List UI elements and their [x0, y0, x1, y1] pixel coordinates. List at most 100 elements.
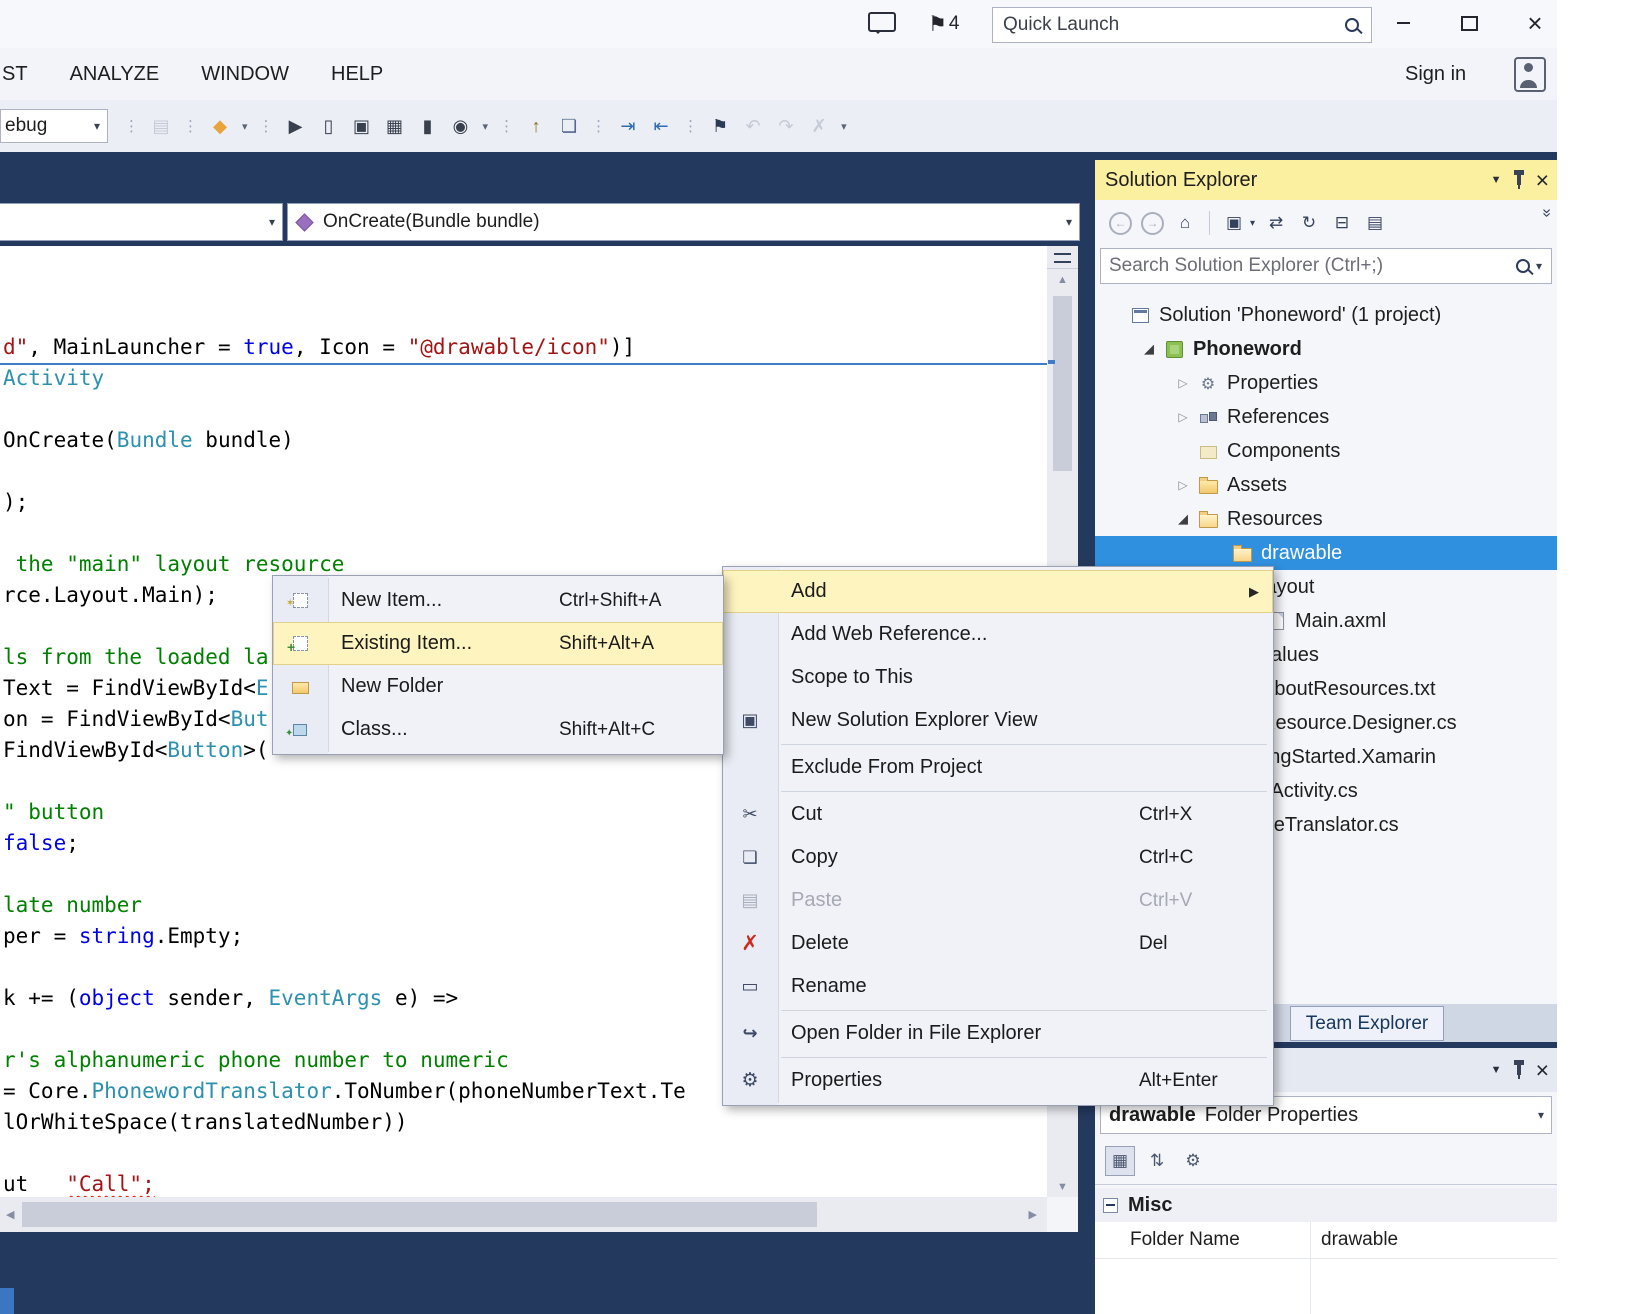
- avd-manager-icon[interactable]: ◉: [448, 113, 474, 139]
- menu-item-new-solution-explorer-view[interactable]: New Solution Explorer View: [723, 699, 1273, 742]
- scope-view-icon[interactable]: ▣: [1222, 211, 1246, 235]
- pin-icon[interactable]: [1517, 175, 1521, 185]
- home-icon[interactable]: ⌂: [1173, 211, 1197, 235]
- tree-item-references[interactable]: ▷References: [1095, 400, 1557, 434]
- sync-active-icon[interactable]: ⇄: [1264, 211, 1288, 235]
- expander-icon[interactable]: ◢: [1171, 511, 1195, 527]
- outdent-icon[interactable]: ⇤: [648, 113, 674, 139]
- window-position-icon[interactable]: ▼: [1491, 1064, 1502, 1076]
- new-folder-icon[interactable]: ↑: [523, 113, 549, 139]
- run-icon[interactable]: ▶: [283, 113, 309, 139]
- expander-icon[interactable]: ▷: [1171, 478, 1195, 492]
- refresh-icon[interactable]: ↻: [1297, 211, 1321, 235]
- toolbar-overflow-icon[interactable]: ▾: [483, 120, 489, 133]
- menu-item-exclude-from-project[interactable]: Exclude From Project: [723, 746, 1273, 789]
- expander-icon[interactable]: ▷: [1171, 376, 1195, 390]
- indent-icon[interactable]: ⇥: [615, 113, 641, 139]
- copy-files-icon[interactable]: ❏: [556, 113, 582, 139]
- tab-team-explorer[interactable]: Team Explorer: [1290, 1006, 1444, 1041]
- tree-item-phoneword[interactable]: ◢Phoneword: [1095, 332, 1557, 366]
- minimize-button[interactable]: [1384, 8, 1422, 38]
- chevron-down-icon[interactable]: ▾: [1536, 259, 1542, 273]
- close-icon[interactable]: ×: [1536, 169, 1549, 192]
- menu-item-existing-item[interactable]: Existing Item...Shift+Alt+A: [273, 622, 723, 665]
- types-dropdown[interactable]: ▾: [0, 203, 283, 241]
- alphabetical-icon[interactable]: ⇅: [1143, 1147, 1171, 1175]
- property-category-row[interactable]: Misc: [1095, 1188, 1557, 1222]
- quick-launch-input[interactable]: [993, 14, 1345, 36]
- menu-help[interactable]: HELP: [331, 63, 383, 86]
- expander-icon[interactable]: ▷: [1171, 410, 1195, 424]
- tree-item-solution-phoneword-1-project[interactable]: Solution 'Phoneword' (1 project): [1095, 298, 1557, 332]
- property-value[interactable]: drawable: [1311, 1222, 1398, 1258]
- menu-item-class[interactable]: Class...Shift+Alt+C: [273, 708, 723, 751]
- toolbar-overflow-icon[interactable]: »: [1538, 209, 1556, 218]
- menu-item-label: Properties: [777, 1069, 882, 1092]
- close-icon[interactable]: ×: [1536, 1059, 1549, 1082]
- search-icon[interactable]: [1516, 259, 1530, 273]
- window-position-icon[interactable]: ▼: [1491, 174, 1502, 186]
- categorized-icon[interactable]: ▦: [1105, 1146, 1135, 1176]
- menu-item-open-folder-in-file-explorer[interactable]: Open Folder in File Explorer: [723, 1012, 1273, 1055]
- tree-item-resources[interactable]: ◢Resources: [1095, 502, 1557, 536]
- menu-item-delete[interactable]: DeleteDel: [723, 922, 1273, 965]
- tree-item-properties[interactable]: ▷Properties: [1095, 366, 1557, 400]
- sign-in-link[interactable]: Sign in: [1405, 48, 1466, 100]
- debug-target-combo[interactable]: ebug ▾: [0, 109, 108, 143]
- scroll-right-icon[interactable]: ▶: [1029, 1197, 1037, 1232]
- vertical-scroll-thumb[interactable]: [1053, 296, 1072, 471]
- property-pages-icon[interactable]: ⚙: [1179, 1147, 1207, 1175]
- new-view-icon: [723, 710, 777, 731]
- solution-explorer-title: Solution Explorer: [1105, 169, 1257, 192]
- tree-item-assets[interactable]: ▷Assets: [1095, 468, 1557, 502]
- maximize-button[interactable]: [1450, 8, 1488, 38]
- menu-window[interactable]: WINDOW: [201, 63, 289, 86]
- menu-separator: [781, 744, 1267, 745]
- menu-item-paste[interactable]: PasteCtrl+V: [723, 879, 1273, 922]
- panel-buttons: ▼ ×: [1491, 169, 1549, 192]
- menu-item-properties[interactable]: Properties Alt+Enter: [723, 1059, 1273, 1102]
- tree-item-components[interactable]: Components: [1095, 434, 1557, 468]
- solution-explorer-titlebar[interactable]: Solution Explorer ▼ ×: [1095, 160, 1557, 200]
- menu-item-cut[interactable]: CutCtrl+X: [723, 793, 1273, 836]
- scroll-down-icon[interactable]: ▼: [1047, 1181, 1078, 1193]
- scroll-left-icon[interactable]: ◀: [6, 1197, 14, 1232]
- menu-shortcut: Alt+Enter: [1139, 1070, 1265, 1092]
- expander-icon[interactable]: ◢: [1137, 341, 1161, 357]
- toolbar-overflow-icon[interactable]: ▾: [841, 120, 847, 133]
- scroll-up-icon[interactable]: ▲: [1047, 274, 1078, 286]
- deploy-icon[interactable]: ▣: [349, 113, 375, 139]
- toolbar-overflow-icon[interactable]: ▾: [242, 120, 248, 133]
- collapse-all-icon[interactable]: ⊟: [1330, 211, 1354, 235]
- tree-item-drawable[interactable]: drawable: [1095, 536, 1557, 570]
- close-button[interactable]: ×: [1516, 8, 1554, 38]
- menu-item-copy[interactable]: CopyCtrl+C: [723, 836, 1273, 879]
- menu-test[interactable]: ST: [2, 63, 28, 86]
- screenshot-icon[interactable]: ▦: [382, 113, 408, 139]
- horizontal-scroll-thumb[interactable]: [22, 1202, 817, 1227]
- open-device-icon[interactable]: ▯: [316, 113, 342, 139]
- bookmark-icon[interactable]: ⚑: [707, 113, 733, 139]
- feedback-icon[interactable]: [868, 12, 896, 32]
- menu-item-new-item[interactable]: New Item...Ctrl+Shift+A: [273, 579, 723, 622]
- pin-icon[interactable]: [1517, 1065, 1521, 1075]
- scope-view-icon-caret[interactable]: ▾: [1250, 218, 1255, 229]
- splitter-grip[interactable]: [1047, 246, 1078, 269]
- user-avatar-icon[interactable]: [1514, 57, 1546, 92]
- menu-item-add[interactable]: Add▶: [723, 570, 1273, 613]
- solution-search-input[interactable]: [1101, 255, 1516, 277]
- show-all-files-icon[interactable]: ▤: [1363, 211, 1387, 235]
- menu-item-scope-to-this[interactable]: Scope to This: [723, 656, 1273, 699]
- collapse-category-icon[interactable]: [1103, 1198, 1118, 1213]
- toolbar-grip: ⋮: [259, 117, 274, 135]
- quick-actions-icon[interactable]: ◆: [207, 113, 233, 139]
- menu-item-add-web-reference[interactable]: Add Web Reference...: [723, 613, 1273, 656]
- menu-item-new-folder[interactable]: New Folder: [273, 665, 723, 708]
- menu-item-rename[interactable]: Rename: [723, 965, 1273, 1008]
- property-row[interactable]: Folder Namedrawable: [1095, 1222, 1557, 1259]
- members-dropdown[interactable]: OnCreate(Bundle bundle) ▾: [287, 203, 1080, 241]
- menu-analyze[interactable]: ANALYZE: [70, 63, 160, 86]
- horizontal-scrollbar[interactable]: ◀ ▶: [0, 1197, 1047, 1232]
- device-log-icon[interactable]: ▮: [415, 113, 441, 139]
- notifications-button[interactable]: ⚑ 4: [928, 8, 959, 40]
